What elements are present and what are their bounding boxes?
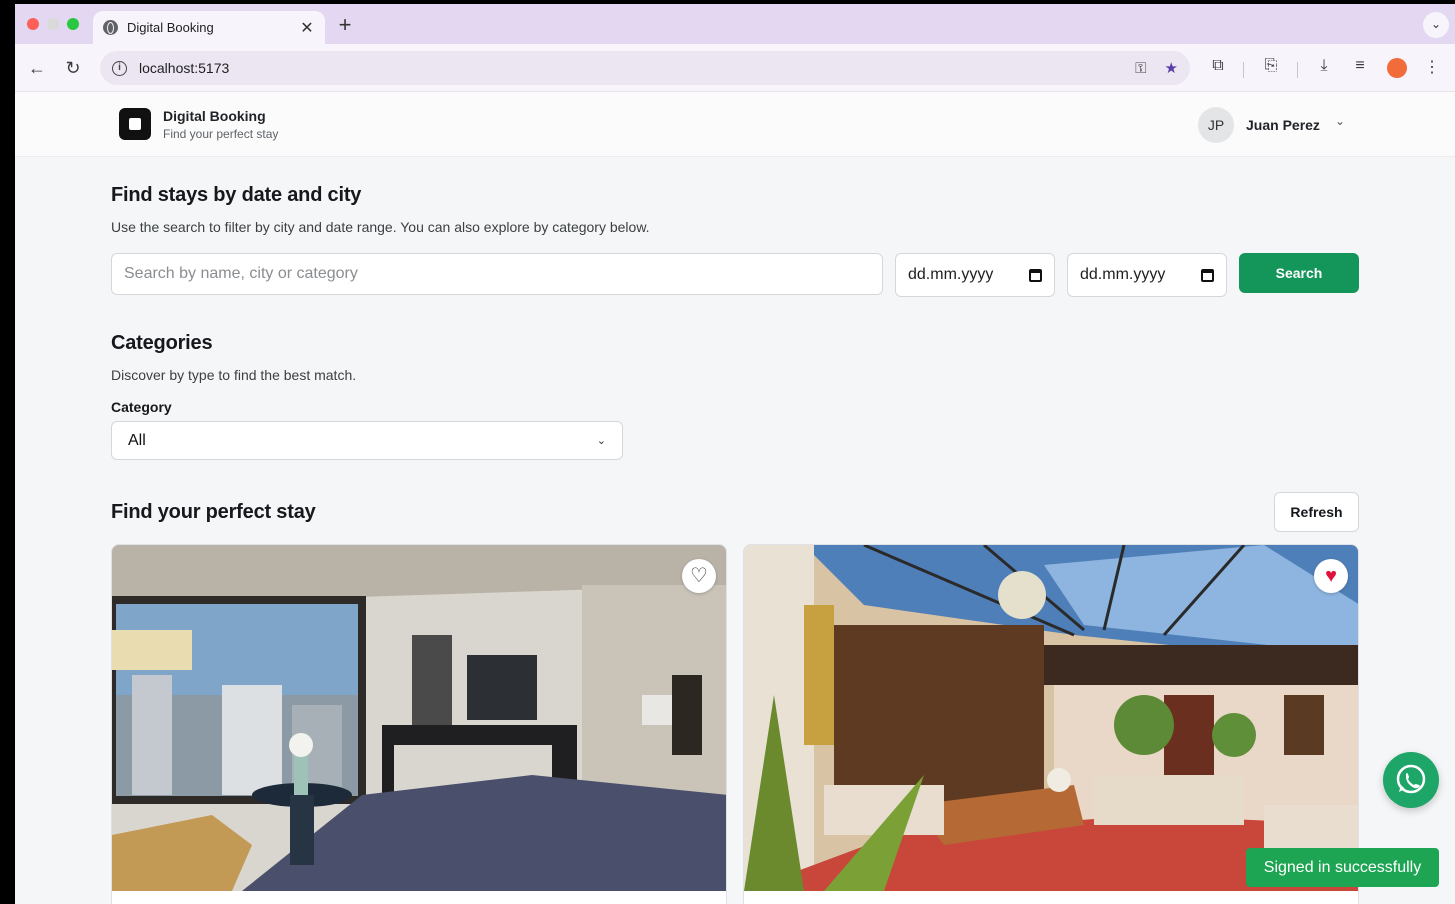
site-info-icon[interactable]: i [112, 60, 127, 76]
listing-card[interactable]: ♡ [111, 544, 727, 904]
search-button[interactable]: Search [1239, 253, 1359, 293]
hotel-room-photo [112, 545, 726, 891]
reload-icon[interactable]: ↻ [61, 56, 85, 80]
date-from-input[interactable]: dd.mm.yyyy [895, 253, 1055, 297]
categories-title: Categories [111, 332, 213, 354]
profile-extension-icon[interactable] [1387, 58, 1407, 78]
listings-title: Find your perfect stay [111, 501, 316, 523]
tab-title: Digital Booking [127, 20, 214, 35]
brand-name[interactable]: Digital Booking [163, 108, 266, 124]
more-menu-icon[interactable]: ⋮ [1421, 57, 1443, 77]
app-header: Digital Booking Find your perfect stay J… [15, 92, 1455, 157]
back-arrow-icon[interactable]: ← [25, 56, 49, 80]
toast-notification: Signed in successfully [1246, 848, 1439, 887]
tab-strip: Digital Booking ✕ + ⌄ [15, 4, 1455, 44]
media-queue-icon[interactable]: ≡ [1349, 57, 1371, 75]
download-icon[interactable]: ⤓ [1313, 57, 1335, 75]
listing-image[interactable]: ♥ [744, 545, 1358, 891]
address-bar[interactable]: i localhost:5173 ⚿ ★ [100, 51, 1190, 85]
category-select-value: All [128, 431, 146, 449]
bookmark-star-icon[interactable]: ★ [1165, 59, 1178, 77]
tab-search-chevron-icon[interactable]: ⌄ [1423, 12, 1449, 38]
browser-toolbar: ← ↻ i localhost:5173 ⚿ ★ ⧉ ⎘ ⤓ ≡ ⋮ [15, 44, 1455, 92]
new-tab-button[interactable]: + [335, 12, 355, 38]
calendar-icon[interactable] [1201, 268, 1214, 282]
category-select[interactable]: All ⌄ [111, 421, 623, 460]
brand-tagline: Find your perfect stay [163, 127, 279, 141]
date-to-text: dd.mm.yyyy [1080, 266, 1166, 283]
categories-description: Discover by type to find the best match. [111, 367, 357, 383]
listing-image[interactable]: ♡ [112, 545, 726, 891]
close-tab-icon[interactable]: ✕ [299, 18, 315, 38]
user-name[interactable]: Juan Perez [1246, 117, 1320, 133]
globe-icon [103, 20, 118, 35]
toolbar-separator [1243, 62, 1244, 78]
browser-window: Digital Booking ✕ + ⌄ ← ↻ i localhost:51… [15, 4, 1455, 904]
refresh-button[interactable]: Refresh [1274, 492, 1359, 532]
search-section-description: Use the search to filter by city and dat… [111, 219, 650, 235]
whatsapp-icon [1396, 764, 1426, 794]
translate-icon[interactable]: ⎘ [1260, 57, 1282, 75]
brand-logo-icon[interactable] [119, 108, 151, 140]
date-to-input[interactable]: dd.mm.yyyy [1067, 253, 1227, 297]
password-key-icon[interactable]: ⚿ [1135, 60, 1146, 77]
url-text[interactable]: localhost:5173 [139, 60, 1117, 76]
calendar-icon[interactable] [1029, 268, 1042, 282]
whatsapp-chat-button[interactable] [1383, 752, 1439, 808]
favorite-heart-filled-icon[interactable]: ♥ [1314, 559, 1348, 593]
user-menu-chevron-icon[interactable]: ⌄ [1335, 114, 1345, 128]
courtyard-living-room-photo [744, 545, 1358, 891]
minimize-window-button[interactable] [47, 18, 59, 30]
favorite-heart-outline-icon[interactable]: ♡ [682, 559, 716, 593]
extensions-puzzle-icon[interactable]: ⧉ [1207, 57, 1229, 75]
browser-tab[interactable]: Digital Booking ✕ [93, 11, 325, 44]
close-window-button[interactable] [27, 18, 39, 30]
category-label: Category [111, 399, 172, 415]
search-input[interactable] [111, 253, 883, 295]
chevron-down-icon: ⌄ [596, 435, 606, 447]
toolbar-separator [1297, 62, 1298, 78]
date-from-text: dd.mm.yyyy [908, 266, 994, 283]
user-avatar[interactable]: JP [1198, 107, 1234, 143]
maximize-window-button[interactable] [67, 18, 79, 30]
search-section-title: Find stays by date and city [111, 184, 362, 206]
